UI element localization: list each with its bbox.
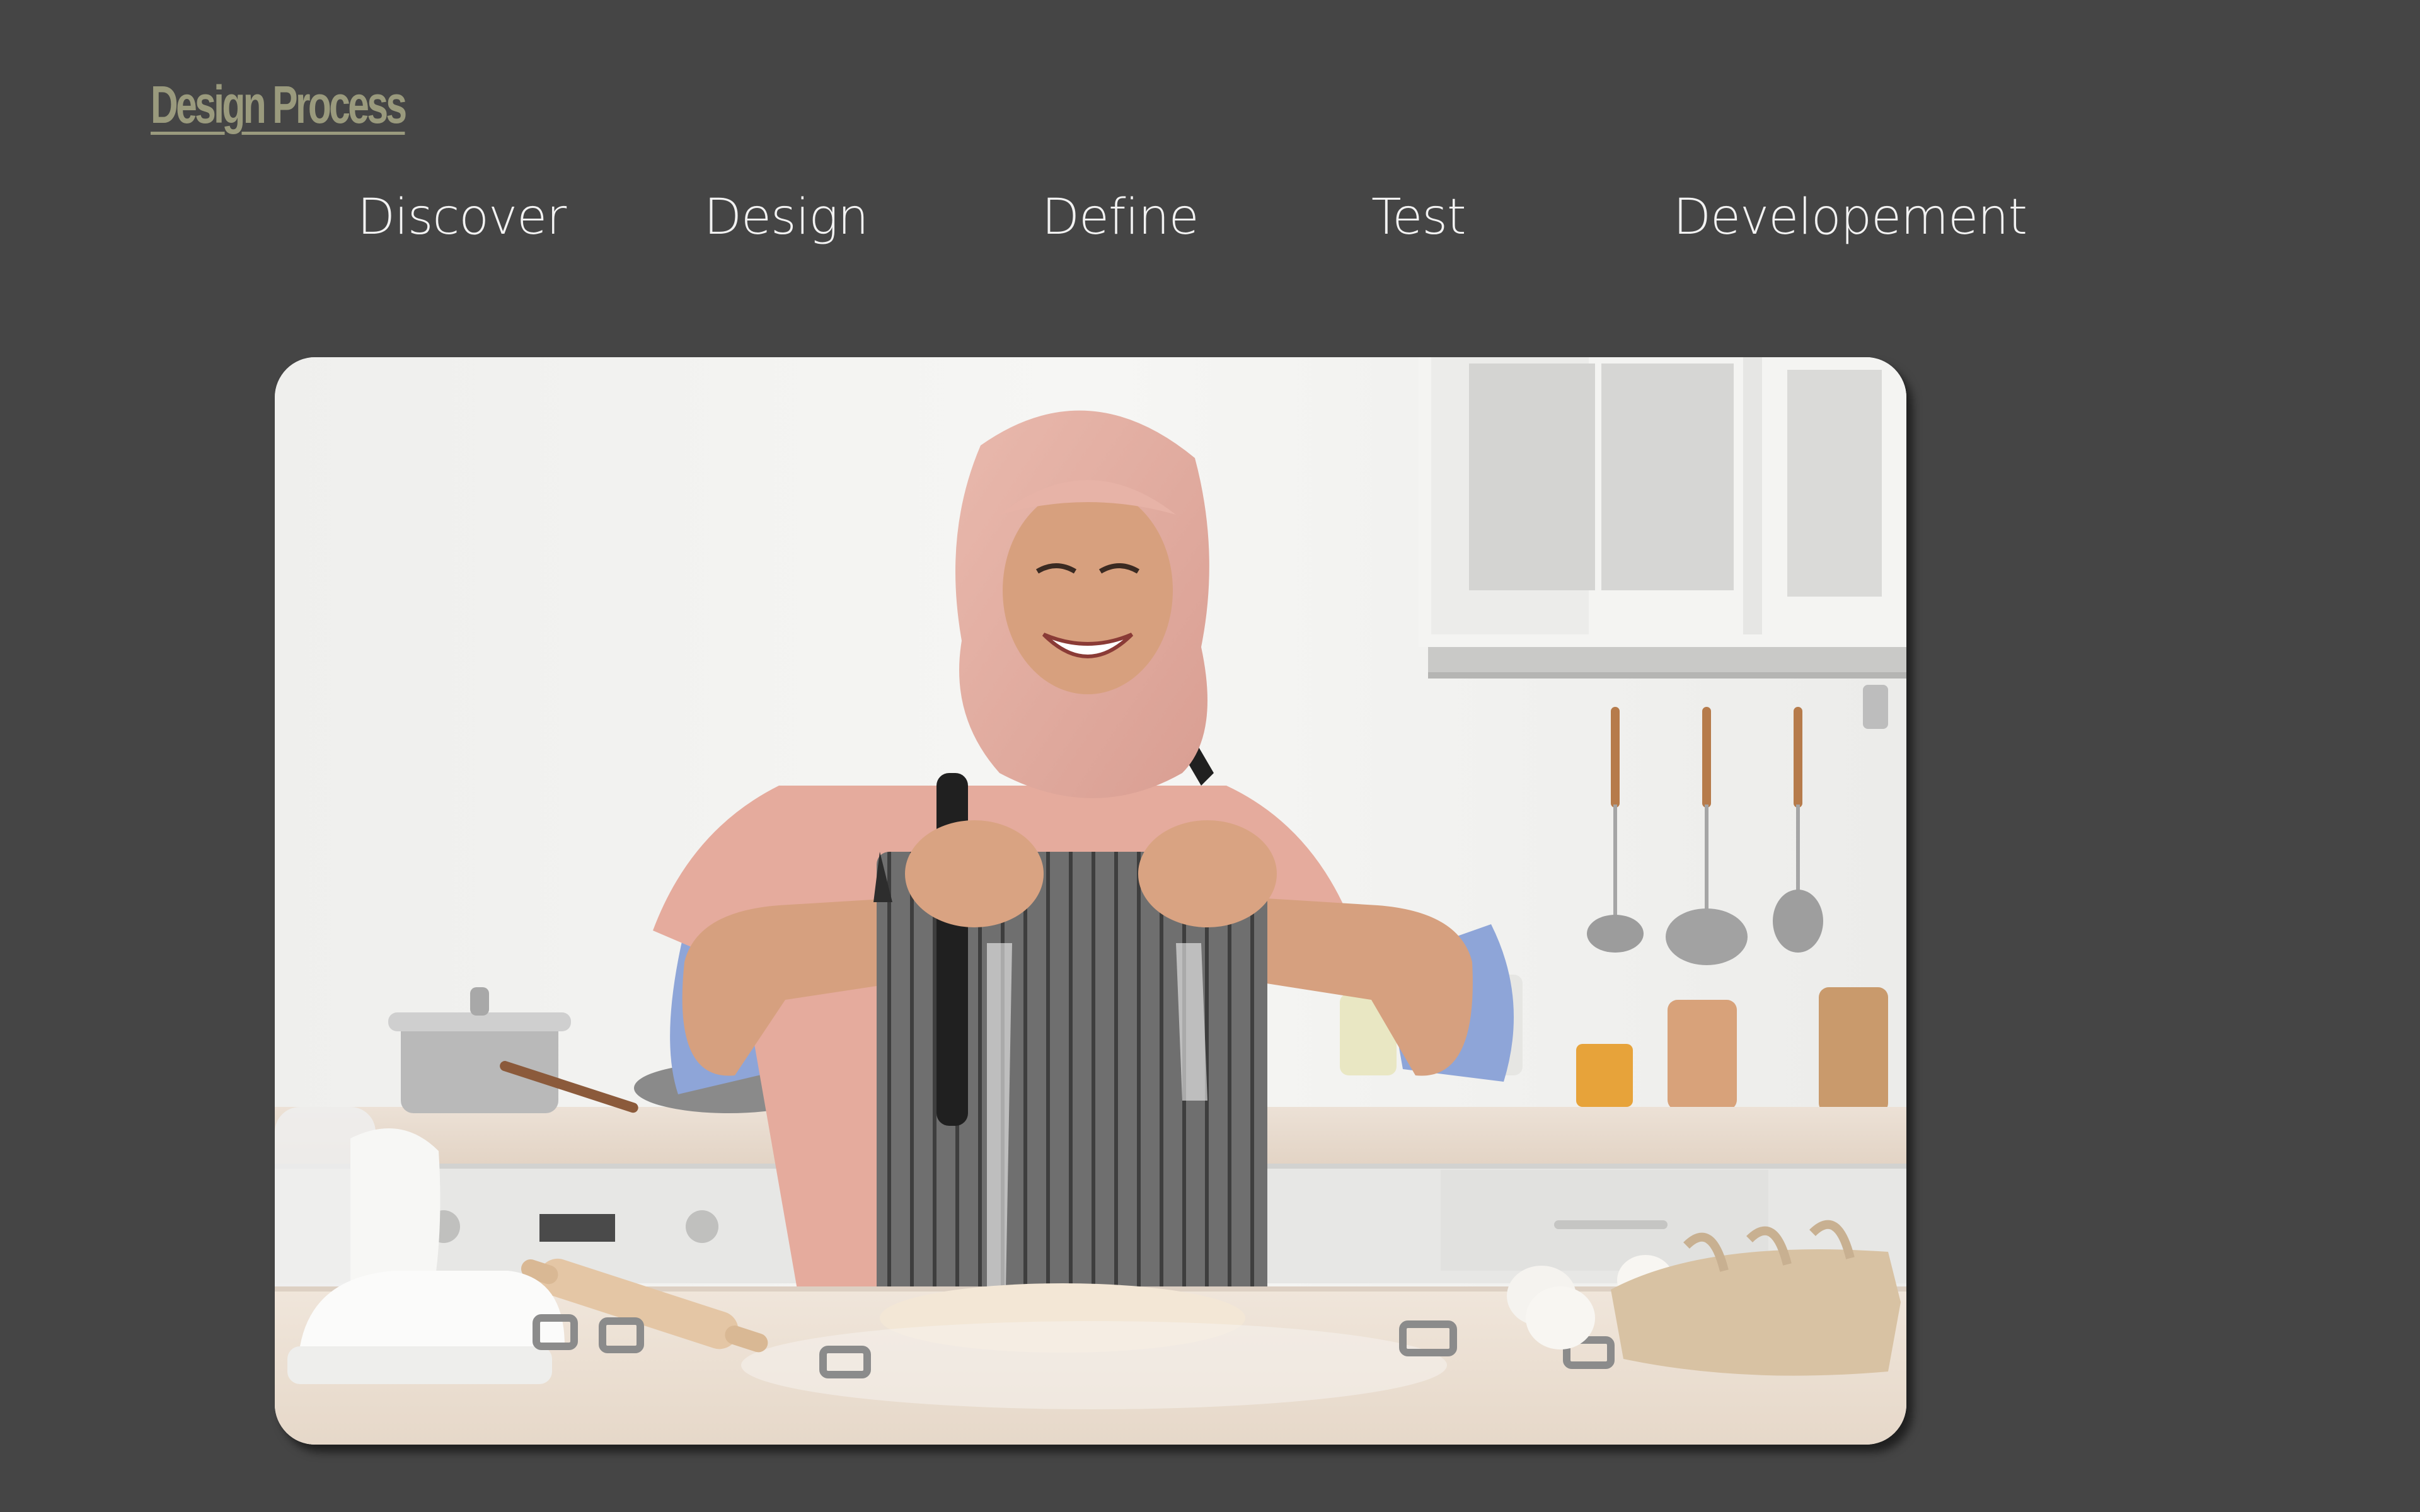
nav-item-developement[interactable]: Developement [1673,189,2027,246]
nav-item-discover[interactable]: Discover [357,189,567,246]
nav-item-define[interactable]: Define [1042,189,1199,246]
nav-item-test[interactable]: Test [1371,189,1466,246]
brand-title-link[interactable]: Design Process [151,74,407,135]
upper-cabinet [1419,357,1906,679]
nav-item-design[interactable]: Design [704,189,869,246]
hero-image [275,357,1906,1445]
kitchen-baking-illustration [275,357,1906,1445]
